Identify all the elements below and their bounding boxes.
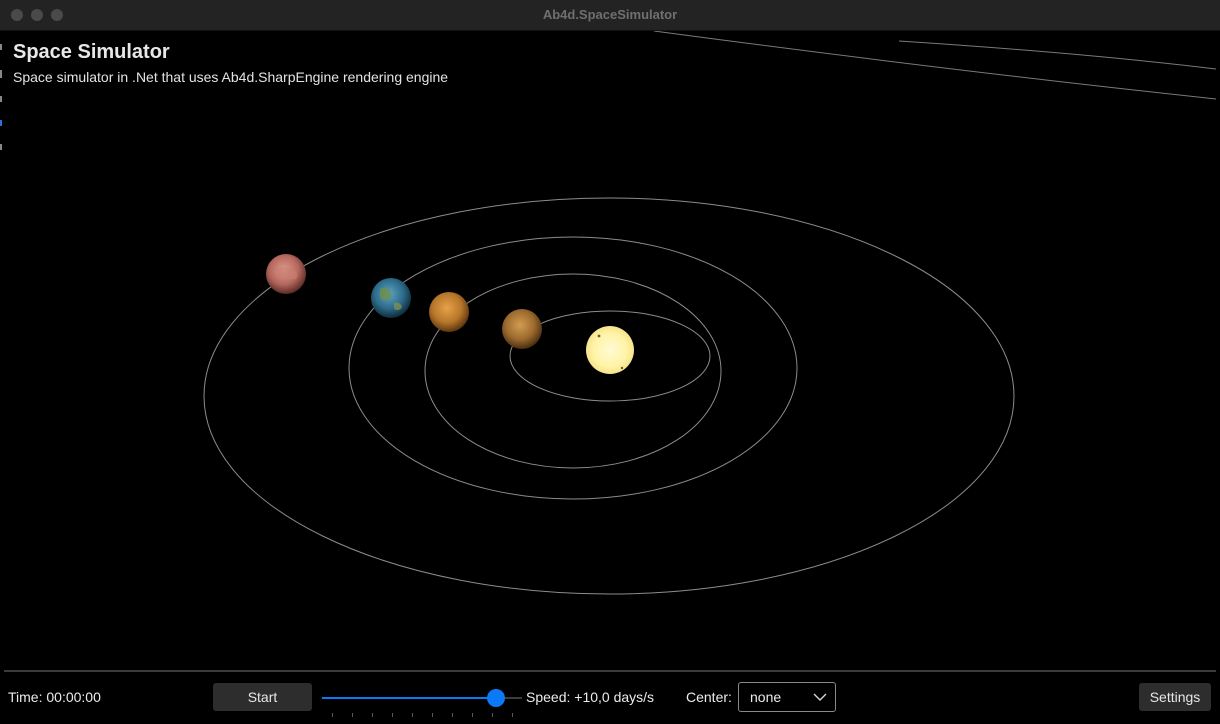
orbit-earth: [348, 236, 798, 500]
outer-orbit-line-1: [653, 31, 1216, 100]
speed-display: Speed: +10,0 days/s: [526, 689, 655, 705]
sun-icon: [586, 326, 634, 374]
start-button[interactable]: Start: [213, 683, 312, 711]
orbit-mars: [203, 197, 1015, 595]
window-title: Ab4d.SpaceSimulator: [542, 7, 678, 22]
time-display: Time: 00:00:00: [8, 689, 101, 705]
planet-mercury-icon: [502, 309, 542, 349]
slider-fill: [322, 697, 496, 699]
title-bar[interactable]: Ab4d.SpaceSimulator: [0, 0, 1220, 31]
orbit-venus: [424, 273, 722, 469]
app-subtitle: Space simulator in .Net that uses Ab4d.S…: [13, 69, 449, 85]
slider-thumb[interactable]: [487, 689, 505, 707]
speed-slider[interactable]: [322, 686, 522, 717]
chevron-down-icon: [813, 693, 827, 701]
outer-orbit-line-3: [898, 40, 1216, 70]
center-dropdown[interactable]: none: [738, 682, 836, 712]
center-label: Center:: [686, 689, 732, 705]
planet-earth-icon: [371, 278, 411, 318]
solar-system-scene[interactable]: [4, 31, 1216, 669]
planet-venus-icon: [429, 292, 469, 332]
app-window: Ab4d.SpaceSimulator Space Simulator Spac…: [0, 0, 1220, 724]
left-edge-artifacts: [0, 44, 2, 150]
control-bar: Time: 00:00:00 Start Speed: +10,0 days/s…: [4, 670, 1216, 722]
center-selected-value: none: [750, 689, 782, 705]
settings-button[interactable]: Settings: [1139, 683, 1211, 711]
app-title: Space Simulator: [13, 41, 170, 63]
slider-ticks: [332, 713, 513, 717]
scene-viewport[interactable]: Space Simulator Space simulator in .Net …: [4, 31, 1216, 669]
